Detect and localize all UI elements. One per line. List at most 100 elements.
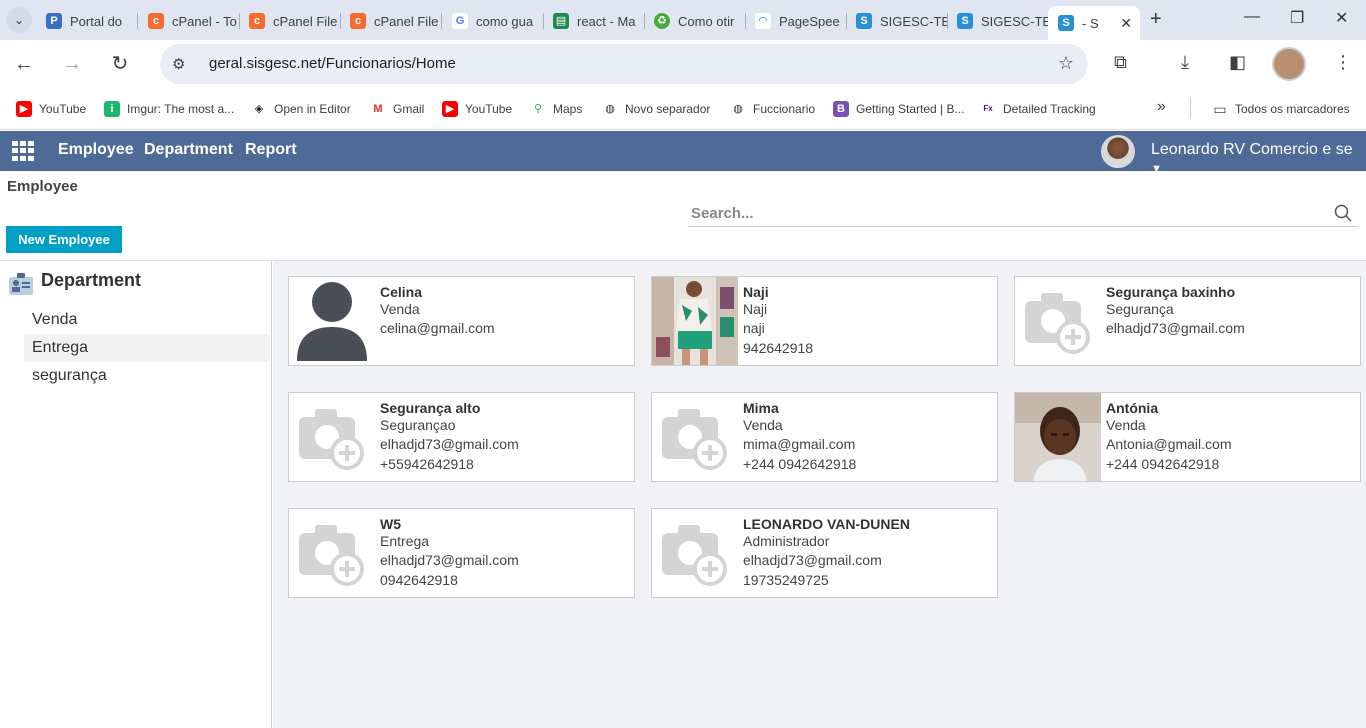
employee-email: elhadjd73@gmail.com [743,552,882,568]
browser-tab[interactable]: ▤ react - Ma [553,7,645,35]
maps-icon: ⚲ [530,101,546,117]
department-icon [9,273,33,295]
github-icon: ◍ [602,101,618,117]
apps-grid-icon[interactable] [12,141,34,161]
breadcrumb: Employee [7,178,78,195]
employee-card[interactable]: W5 Entrega elhadjd73@gmail.com 094264291… [288,508,635,598]
bookmark-detailed-tracking[interactable]: Fx Detailed Tracking [980,101,1096,117]
sidebar-item-venda[interactable]: Venda [24,306,270,334]
employee-name: Mima [743,400,779,416]
employee-card[interactable]: LEONARDO VAN-DUNEN Administrador elhadjd… [651,508,998,598]
tab-title: Como otir [678,13,735,29]
new-tab-icon[interactable]: + [1150,8,1162,31]
search-icon[interactable] [1334,204,1352,222]
browser-tab[interactable]: c cPanel File [249,7,341,35]
sheet-icon: ▤ [553,13,569,29]
nav-report[interactable]: Report [245,141,297,159]
bookmark-novo-separador[interactable]: ◍ Novo separador [602,101,710,117]
camera-plus-icon [1025,293,1090,354]
sigesc-icon: S [856,13,872,29]
browser-tab[interactable]: P Portal do [46,7,138,35]
employee-card[interactable]: Celina Venda celina@gmail.com [288,276,635,366]
cpanel-icon: c [148,13,164,29]
employee-name: Antónia [1106,400,1159,416]
browser-tab[interactable]: ♻ Como otir [654,7,746,35]
search-bar [688,203,1358,227]
extensions-icon[interactable]: ⧉ [1114,52,1127,73]
browser-tab[interactable]: ◠ PageSpee [755,7,847,35]
employee-card[interactable]: Naji Naji naji 942642918 [651,276,998,366]
browser-tab[interactable]: S SIGESC-TE [856,7,948,35]
forward-icon[interactable]: → [58,50,86,78]
bookmark-star-icon[interactable]: ☆ [1058,53,1074,74]
restore-icon[interactable]: ❐ [1290,8,1304,28]
github-icon: ◍ [730,101,746,117]
camera-plus-icon [662,525,727,586]
employee-email: elhadjd73@gmail.com [1106,320,1245,336]
more-bookmarks-icon[interactable]: » [1157,98,1166,116]
employee-kanban: Celina Venda celina@gmail.com Naji Naji … [273,261,1366,728]
bookmark-maps[interactable]: ⚲ Maps [530,101,582,117]
all-bookmarks-folder[interactable]: ▭ Todos os marcadores [1212,101,1350,117]
user-menu[interactable]: Leonardo RV Comercio e se ▼ [1151,141,1366,177]
tab-title: SIGESC-TE [981,13,1049,29]
download-icon[interactable]: ⤓ [1181,52,1189,73]
new-employee-button[interactable]: New Employee [6,226,122,253]
close-tab-icon[interactable]: ✕ [1120,15,1132,32]
profile-avatar[interactable] [1272,47,1306,81]
bookmark-imgur[interactable]: i Imgur: The most a... [104,101,234,117]
employee-card[interactable]: Mima Venda mima@gmail.com +244 094264291… [651,392,998,482]
person-silhouette-icon [297,282,367,361]
user-avatar[interactable] [1101,135,1135,168]
department-sidebar: Department Venda Entrega segurança [0,261,272,728]
employee-department: Venda [743,417,783,433]
browser-toolbar: ← → ↻ ⚙ geral.sisgesc.net/Funcionarios/H… [0,40,1366,88]
close-window-icon[interactable]: ✕ [1335,8,1348,28]
browser-tab[interactable]: c cPanel File [350,7,442,35]
bookmark-gmail[interactable]: M Gmail [370,101,424,117]
more-menu-icon[interactable]: ⋮ [1334,52,1352,73]
side-panel-icon[interactable]: ◧ [1229,52,1246,73]
bookmark-getting-started[interactable]: B Getting Started | B... [833,101,965,117]
imgur-icon: i [104,101,120,117]
employee-phone: +244 0942642918 [743,456,857,472]
bookmark-youtube[interactable]: ▶ YouTube [16,101,86,117]
tab-title: PageSpee [779,13,840,29]
employee-card[interactable]: Segurança baxinho Segurança elhadjd73@gm… [1014,276,1361,366]
camera-plus-icon [299,409,364,470]
bookmark-open-in-editor[interactable]: ◈ Open in Editor [251,101,351,117]
tab-search-chevron-icon[interactable]: ⌄ [6,7,32,33]
employee-card[interactable]: Antónia Venda Antonia@gmail.com +244 094… [1014,392,1361,482]
employee-card[interactable]: Segurança alto Segurançao elhadjd73@gmai… [288,392,635,482]
reload-icon[interactable]: ↻ [106,50,134,78]
url-text[interactable]: geral.sisgesc.net/Funcionarios/Home [209,55,456,72]
bookmark-label: Getting Started | B... [856,102,965,116]
bookmark-label: Gmail [393,102,425,116]
employee-name: Segurança alto [380,400,481,416]
sidebar-item-seguranca[interactable]: segurança [24,362,270,390]
browser-tab[interactable]: S SIGESC-TE [957,7,1049,35]
sidebar-item-entrega[interactable]: Entrega [24,334,270,362]
recycle-icon: ♻ [654,13,670,29]
tab-title: cPanel - To [172,13,237,29]
bookmark-fuccionario[interactable]: ◍ Fuccionario [730,101,815,117]
youtube-icon: ▶ [442,101,458,117]
bookmark-youtube-2[interactable]: ▶ YouTube [442,101,512,117]
employee-photo [652,277,738,365]
nav-department[interactable]: Department [144,141,233,159]
caret-down-icon: ▼ [1151,163,1162,175]
browser-tab[interactable]: c cPanel - To [148,7,240,35]
sidebar-title: Department [41,270,142,290]
bookmark-label: Novo separador [625,102,711,116]
search-input[interactable] [691,205,1311,222]
browser-tab-active[interactable]: S - S ✕ [1048,6,1140,40]
browser-tab[interactable]: G como gua [452,7,544,35]
employee-name: LEONARDO VAN-DUNEN [743,516,910,532]
app-navbar: Employee Department Report Leonardo RV C… [0,131,1366,175]
employee-department: Naji [743,301,768,317]
nav-employee[interactable]: Employee [58,141,134,159]
minimize-icon[interactable]: — [1244,8,1260,26]
site-settings-icon[interactable]: ⚙ [172,55,185,73]
back-icon[interactable]: ← [10,50,38,78]
address-bar[interactable]: ⚙ geral.sisgesc.net/Funcionarios/Home ☆ [160,44,1088,84]
